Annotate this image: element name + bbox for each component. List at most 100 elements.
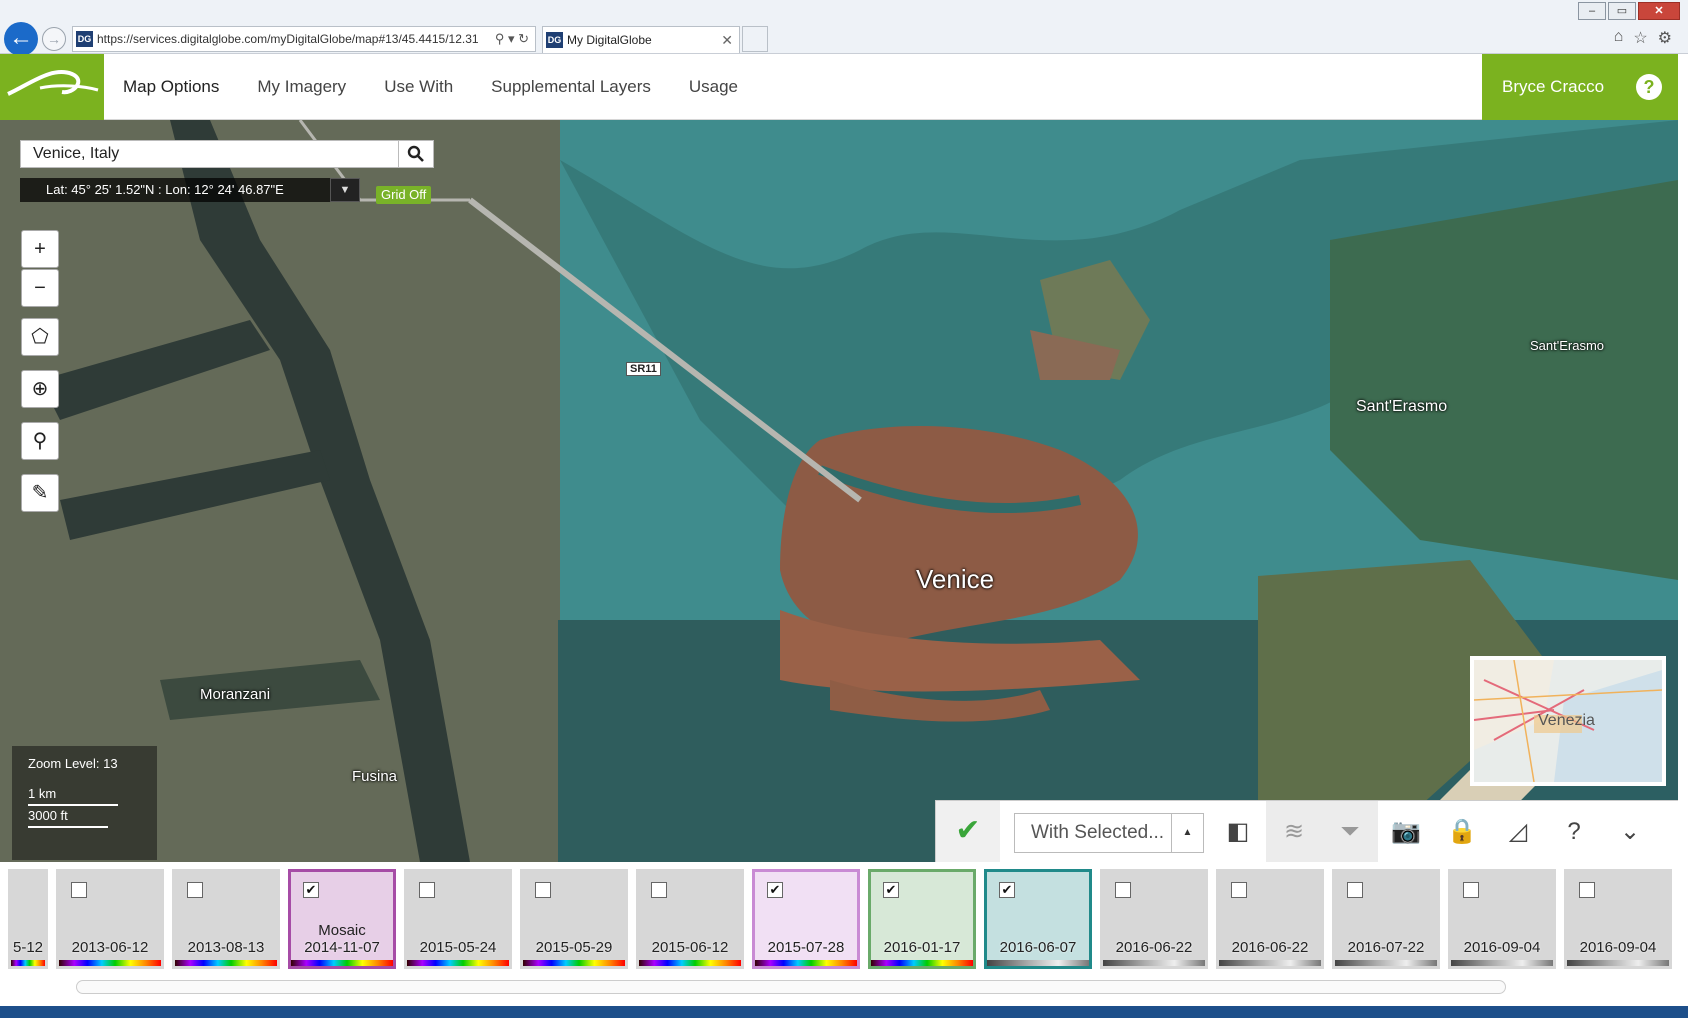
timeline-card[interactable]: ✔ 2016-06-07 — [984, 869, 1092, 969]
map-view[interactable]: Venice, Italy Lat: 45° 25' 1.52"N : Lon:… — [0, 120, 1678, 862]
card-checkbox[interactable] — [1579, 882, 1595, 898]
lock-button[interactable]: 🔒 — [1434, 801, 1490, 863]
close-window-button[interactable]: ✕ — [1638, 2, 1680, 20]
card-checkbox[interactable] — [651, 882, 667, 898]
imagery-timeline: 5-12 2013-06-12 2013-08-13 ✔ Mosaic 2014-11-… — [0, 862, 1678, 1018]
nav-my-imagery[interactable]: My Imagery — [238, 54, 365, 120]
favicon-icon: DG — [76, 31, 93, 47]
timeline-card[interactable]: 2016-09-04 — [1564, 869, 1672, 969]
digitalglobe-logo[interactable] — [0, 54, 104, 120]
grid-toggle-button[interactable]: Grid Off — [376, 186, 432, 204]
card-checkbox[interactable]: ✔ — [999, 882, 1015, 898]
chevron-up-icon[interactable]: ▲ — [1171, 814, 1203, 852]
card-checkbox[interactable]: ✔ — [303, 882, 319, 898]
search-refresh-icon[interactable]: ⚲ ▾ ↻ — [495, 27, 529, 51]
home-icon[interactable]: ⌂ — [1614, 28, 1624, 48]
timeline-card[interactable]: 2013-06-12 — [56, 869, 164, 969]
zoom-in-button[interactable]: + — [21, 230, 59, 268]
filter-button[interactable]: ⏷ — [1322, 801, 1378, 863]
scale-panel: Zoom Level: 13 1 km 3000 ft — [12, 746, 157, 860]
gear-icon[interactable]: ⚙ — [1658, 28, 1672, 48]
card-color-ramp — [1103, 960, 1205, 966]
label-venice: Venice — [916, 564, 995, 594]
card-checkbox[interactable] — [1347, 882, 1363, 898]
zoom-out-button[interactable]: − — [21, 269, 59, 307]
scale-ft: 3000 ft — [28, 808, 68, 823]
locate-button[interactable]: ⊕ — [21, 370, 59, 408]
snapshot-button[interactable]: 📷 — [1378, 801, 1434, 863]
browser-tab[interactable]: DG My DigitalGlobe ✕ — [542, 26, 740, 53]
tab-title: My DigitalGlobe — [567, 33, 652, 47]
card-checkbox[interactable]: ✔ — [767, 882, 783, 898]
minimize-button[interactable]: – — [1578, 2, 1606, 20]
card-date: 2015-05-29 — [535, 939, 613, 956]
nav-use-with[interactable]: Use With — [365, 54, 472, 120]
coordinate-readout: Lat: 45° 25' 1.52"N : Lon: 12° 24' 46.87… — [20, 178, 360, 202]
layers-button[interactable]: ≋ — [1266, 801, 1322, 863]
card-checkbox[interactable] — [71, 882, 87, 898]
nav-supplemental-layers[interactable]: Supplemental Layers — [472, 54, 670, 120]
nav-usage[interactable]: Usage — [670, 54, 757, 120]
tab-close-icon[interactable]: ✕ — [721, 27, 733, 53]
timeline-card[interactable]: ✔ 2016-01-17 — [868, 869, 976, 969]
edit-button[interactable]: ✎ — [21, 474, 59, 512]
card-color-ramp — [407, 960, 509, 966]
card-checkbox[interactable] — [419, 882, 435, 898]
timeline-card[interactable]: 2016-06-22 — [1216, 869, 1324, 969]
coordinate-format-dropdown[interactable]: ▼ — [330, 178, 360, 202]
plus-icon: + — [34, 238, 46, 260]
card-checkbox[interactable] — [1463, 882, 1479, 898]
timeline-card[interactable]: 2016-09-04 — [1448, 869, 1556, 969]
collapse-button[interactable]: ⌄ — [1602, 801, 1658, 863]
card-checkbox[interactable] — [1231, 882, 1247, 898]
place-marker-button[interactable]: ⚲ — [21, 422, 59, 460]
restore-button[interactable]: ▭ — [1608, 2, 1636, 20]
card-date: 2016-06-07 — [999, 939, 1077, 956]
label-fusina: Fusina — [352, 768, 398, 785]
back-button[interactable]: ← — [4, 22, 38, 56]
timeline-card[interactable]: ✔ 2015-07-28 — [752, 869, 860, 969]
card-checkbox[interactable] — [187, 882, 203, 898]
timeline-scrollbar[interactable] — [76, 980, 1506, 994]
label-moranzani: Moranzani — [200, 686, 271, 703]
card-date: 2015-05-24 — [419, 939, 497, 956]
card-date: 2014-11-07 — [304, 939, 380, 956]
card-sub-label: Mosaic — [318, 922, 366, 939]
timeline-card-partial[interactable]: 5-12 — [8, 869, 48, 969]
overview-map[interactable]: Venezia — [1470, 656, 1666, 786]
draw-polygon-button[interactable]: ⬠ — [21, 318, 59, 356]
timeline-card[interactable]: 2015-05-24 — [404, 869, 512, 969]
help-icon[interactable]: ? — [1636, 74, 1662, 100]
road-shield: SR11 — [626, 362, 661, 376]
map-pin-icon: ⚲ — [32, 430, 48, 452]
opacity-slider-button[interactable]: ◿ — [1490, 801, 1546, 863]
toolbar-help-button[interactable]: ? — [1546, 801, 1602, 863]
card-date: 2013-08-13 — [187, 939, 265, 956]
new-tab-button[interactable] — [742, 26, 768, 52]
search-button[interactable] — [398, 140, 434, 168]
user-menu[interactable]: Bryce Cracco ? — [1482, 54, 1678, 120]
card-checkbox[interactable] — [1115, 882, 1131, 898]
address-bar[interactable]: DG https://services.digitalglobe.com/myD… — [72, 26, 536, 52]
timeline-card[interactable]: ✔ Mosaic 2014-11-07 — [288, 869, 396, 969]
confirm-button[interactable]: ✔ — [936, 801, 1000, 863]
layers-icon: ≋ — [1283, 818, 1305, 845]
card-date: 2016-06-22 — [1231, 939, 1309, 956]
timeline-card[interactable]: 2015-06-12 — [636, 869, 744, 969]
polygon-icon: ⬠ — [31, 326, 49, 348]
star-icon[interactable]: ☆ — [1633, 28, 1647, 48]
nav-map-options[interactable]: Map Options — [104, 54, 238, 120]
timeline-card[interactable]: 2016-06-22 — [1100, 869, 1208, 969]
scale-bar-km — [28, 804, 118, 806]
compare-button[interactable]: ◧ — [1210, 801, 1266, 863]
card-checkbox[interactable]: ✔ — [883, 882, 899, 898]
windows-taskbar — [0, 1006, 1688, 1018]
timeline-card[interactable]: 2013-08-13 — [172, 869, 280, 969]
with-selected-dropdown[interactable]: With Selected... ▲ — [1014, 813, 1204, 853]
url-text: https://services.digitalglobe.com/myDigi… — [97, 32, 479, 46]
forward-button[interactable]: → — [42, 27, 66, 51]
location-search-input[interactable]: Venice, Italy — [20, 140, 432, 168]
timeline-card[interactable]: 2015-05-29 — [520, 869, 628, 969]
timeline-card[interactable]: 2016-07-22 — [1332, 869, 1440, 969]
card-checkbox[interactable] — [535, 882, 551, 898]
